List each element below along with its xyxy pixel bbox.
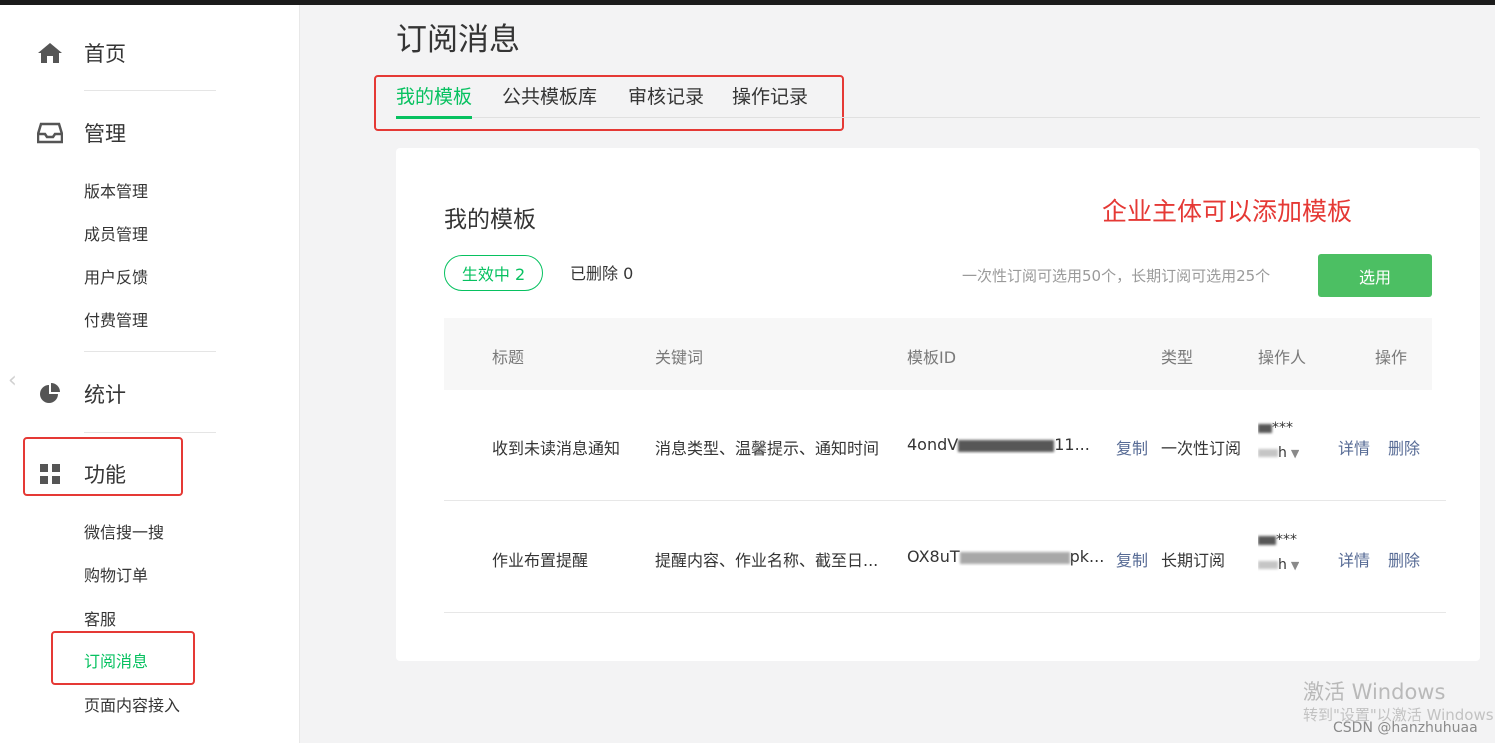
details-link[interactable]: 详情 — [1338, 547, 1370, 571]
row-operator-bottom[interactable]: h ▼ — [1258, 445, 1299, 461]
sidebar-item-members[interactable]: 成员管理 — [84, 223, 148, 247]
nav-manage[interactable]: 管理 — [36, 113, 126, 153]
sidebar-item-billing[interactable]: 付费管理 — [84, 309, 148, 333]
home-icon — [36, 39, 64, 67]
sidebar-item-subscription-messages[interactable]: 订阅消息 — [84, 650, 148, 674]
csdn-credit: CSDN @hanzhuhuaa — [1333, 720, 1478, 736]
sidebar: 首页 管理 版本管理 成员管理 用户反馈 付费管理 统计 功能 微信搜一搜 购物… — [0, 5, 300, 743]
divider — [84, 351, 216, 352]
annotation-text: 企业主体可以添加模板 — [1102, 197, 1353, 226]
row-operator-top: *** — [1258, 420, 1293, 436]
template-id-prefix: 4ondV — [907, 435, 959, 454]
sidebar-item-page-content[interactable]: 页面内容接入 — [84, 694, 180, 718]
card-title: 我的模板 — [444, 207, 536, 233]
tab-review-records[interactable]: 审核记录 — [628, 84, 704, 118]
row-type: 一次性订阅 — [1161, 439, 1242, 458]
select-template-button[interactable]: 选用 — [1318, 254, 1432, 297]
nav-features-label: 功能 — [84, 463, 126, 487]
column-keywords: 关键词 — [655, 348, 704, 367]
inbox-icon — [36, 119, 64, 147]
sidebar-item-feedback[interactable]: 用户反馈 — [84, 266, 148, 290]
caret-down-icon: ▼ — [1290, 447, 1300, 460]
table-row: 收到未读消息通知 消息类型、温馨提示、通知时间 4ondV 11... 复制 一次… — [444, 390, 1446, 501]
row-template-id: 4ondV 11... — [907, 435, 1090, 454]
sidebar-item-version[interactable]: 版本管理 — [84, 180, 148, 204]
nav-manage-label: 管理 — [84, 122, 126, 146]
tab-public-library[interactable]: 公共模板库 — [502, 84, 597, 118]
template-id-prefix: OX8uT — [907, 547, 960, 566]
copy-link[interactable]: 复制 — [1116, 435, 1148, 459]
column-actions: 操作 — [1375, 348, 1408, 367]
divider — [84, 432, 216, 433]
row-operator-top: *** — [1258, 532, 1297, 548]
templates-card: 我的模板 企业主体可以添加模板 生效中 2 已删除 0 一次性订阅可选用50个，… — [396, 148, 1480, 661]
collapse-chevron-left-icon[interactable]: ‹ — [8, 369, 24, 393]
column-template-id: 模板ID — [907, 348, 957, 367]
redacted-block — [1258, 561, 1278, 569]
table-row: 作业布置提醒 提醒内容、作业名称、截至日... OX8uT pk... 复制 长期… — [444, 502, 1446, 613]
filter-deleted[interactable]: 已删除 0 — [570, 260, 633, 284]
redacted-block — [959, 551, 1070, 564]
delete-link[interactable]: 删除 — [1388, 547, 1420, 571]
redacted-block — [1258, 535, 1276, 545]
caret-down-icon: ▼ — [1290, 559, 1300, 572]
grid-icon — [36, 460, 64, 488]
tab-my-templates[interactable]: 我的模板 — [396, 84, 473, 119]
template-id-tail: pk... — [1069, 547, 1105, 566]
nav-stats-label: 统计 — [84, 383, 126, 407]
table-header: 标题 关键词 模板ID 类型 操作人 操作 — [444, 318, 1432, 390]
redacted-block — [1258, 423, 1272, 433]
page-title: 订阅消息 — [396, 22, 520, 58]
details-link[interactable]: 详情 — [1338, 435, 1370, 459]
tab-operation-records[interactable]: 操作记录 — [732, 84, 808, 118]
nav-home-label: 首页 — [84, 42, 126, 66]
redacted-block — [1258, 449, 1278, 457]
pie-chart-icon — [36, 380, 64, 408]
filter-active[interactable]: 生效中 2 — [444, 255, 543, 291]
sidebar-item-wechat-search[interactable]: 微信搜一搜 — [84, 521, 164, 545]
copy-link[interactable]: 复制 — [1116, 547, 1148, 571]
row-template-id: OX8uT pk... — [907, 547, 1104, 566]
operator-tail: h — [1278, 445, 1287, 461]
divider — [84, 90, 216, 91]
redacted-block — [958, 439, 1055, 452]
operator-stars: *** — [1276, 532, 1297, 548]
delete-link[interactable]: 删除 — [1388, 435, 1420, 459]
sidebar-item-customer-service[interactable]: 客服 — [84, 608, 116, 632]
quota-text: 一次性订阅可选用50个，长期订阅可选用25个 — [962, 267, 1271, 285]
column-type: 类型 — [1161, 348, 1194, 367]
nav-features[interactable]: 功能 — [36, 454, 126, 494]
row-keywords: 消息类型、温馨提示、通知时间 — [655, 439, 880, 458]
row-title: 收到未读消息通知 — [492, 439, 621, 458]
row-type: 长期订阅 — [1161, 551, 1226, 570]
operator-tail: h — [1278, 557, 1287, 573]
sidebar-item-orders[interactable]: 购物订单 — [84, 564, 148, 588]
row-keywords: 提醒内容、作业名称、截至日... — [655, 551, 879, 570]
nav-home[interactable]: 首页 — [36, 33, 126, 73]
template-id-tail: 11... — [1054, 435, 1090, 454]
row-operator-bottom[interactable]: h ▼ — [1258, 557, 1299, 573]
windows-activation-watermark: 激活 Windows — [1303, 680, 1446, 704]
tab-bar: 我的模板 公共模板库 审核记录 操作记录 — [396, 84, 1480, 119]
row-title: 作业布置提醒 — [492, 551, 589, 570]
operator-stars: *** — [1272, 420, 1293, 436]
nav-stats[interactable]: 统计 — [36, 374, 126, 414]
column-title: 标题 — [492, 348, 525, 367]
column-operator: 操作人 — [1258, 348, 1307, 367]
